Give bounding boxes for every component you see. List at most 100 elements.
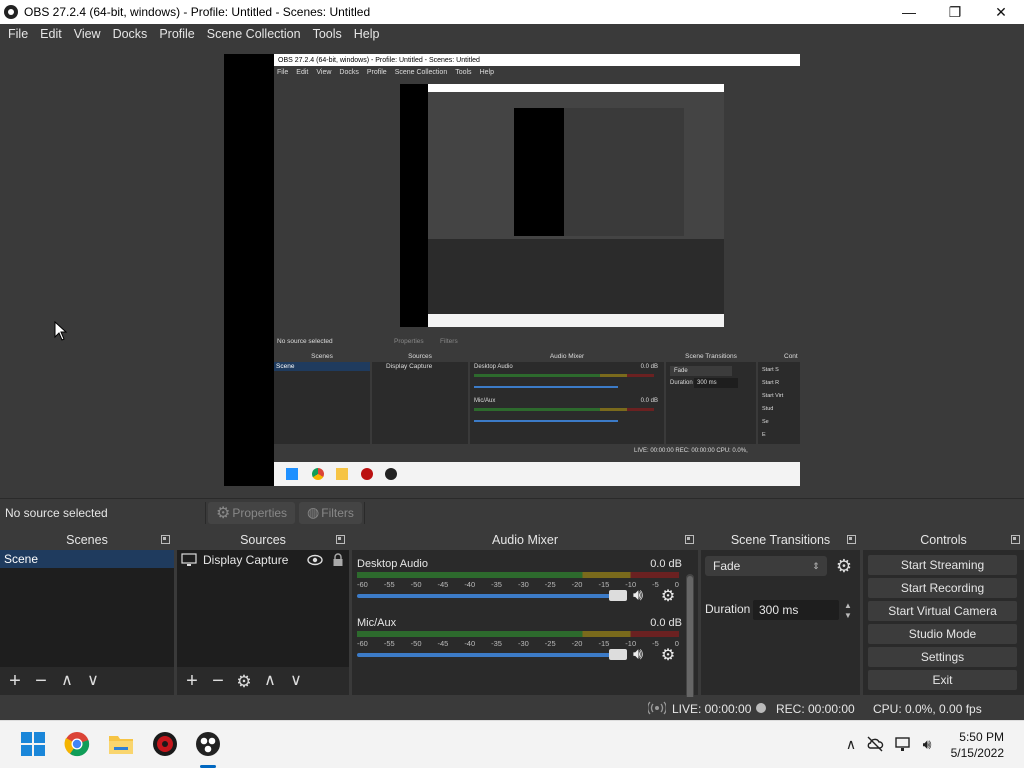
move-down-icon[interactable]: ∨ [287,672,305,690]
slider-handle[interactable] [609,649,627,660]
remove-icon[interactable]: − [32,671,50,691]
nested-menu-file: File [277,68,289,76]
undock-icon[interactable] [1011,535,1020,544]
menu-help[interactable]: Help [348,27,386,41]
clock[interactable]: 5:50 PM 5/15/2022 [951,729,1004,761]
chevron-up-icon[interactable]: ∧ [842,735,860,753]
sources-toolbar: + − ⚙ ∧ ∨ [177,667,349,695]
mouse-cursor-icon [54,321,68,341]
cloud-offline-icon[interactable] [866,735,884,753]
menu-tools[interactable]: Tools [307,27,348,41]
controls-header: Controls [863,530,1024,550]
scenes-list: Scene [0,550,174,667]
minimize-button[interactable]: — [886,0,932,24]
chrome-icon[interactable] [64,731,90,757]
duration-label: Duration [705,602,751,616]
nested-ctrl-exit: E [762,432,766,438]
start-virtual-camera-button[interactable]: Start Virtual Camera [868,601,1017,621]
remove-icon[interactable]: − [209,671,227,691]
move-up-icon[interactable]: ∧ [261,672,279,690]
audio-mixer-dock: Audio Mixer Desktop Audio 0.0 dB -60 -55-… [352,530,698,709]
window-title: OBS 27.2.4 (64-bit, windows) - Profile: … [24,5,371,19]
file-explorer-icon[interactable] [108,731,134,757]
volume-meter [357,631,679,637]
move-down-icon[interactable]: ∨ [84,672,102,690]
undock-icon[interactable] [847,535,856,544]
source-item[interactable]: Display Capture [177,550,349,570]
lock-icon[interactable] [332,553,344,567]
menu-edit[interactable]: Edit [34,27,68,41]
gear-icon[interactable]: ⚙ [235,672,253,690]
nested-scenes-dock: Scenes Scene [274,352,370,444]
exit-button[interactable]: Exit [868,670,1017,690]
updown-chevron-icon: ⇕ [812,560,820,571]
nested-transitions-dock: Scene Transitions Fade Duration 300 ms [666,352,756,444]
slider-handle[interactable] [609,590,627,601]
transition-select[interactable]: Fade ⇕ [705,556,827,576]
record-dot-icon [756,703,766,713]
gear-icon[interactable]: ⚙ [658,645,678,665]
nested-scene-item: Scene [274,362,370,371]
controls-body: Start Streaming Start Recording Start Vi… [863,550,1024,695]
menu-file[interactable]: File [2,27,34,41]
nested-status-bar: LIVE: 00:00:00 REC: 00:00:00 CPU: 0.0%, [634,448,748,454]
undock-icon[interactable] [336,535,345,544]
network-icon[interactable] [894,735,912,753]
move-up-icon[interactable]: ∧ [58,672,76,690]
nested-preview [400,84,724,327]
nested-desktop-db: 0.0 dB [640,364,658,370]
menu-profile[interactable]: Profile [153,27,200,41]
monitor-icon [181,553,197,566]
start-streaming-button[interactable]: Start Streaming [868,555,1017,575]
spin-down-icon[interactable]: ▼ [842,610,854,620]
scene-item[interactable]: Scene [0,550,174,568]
scene-transitions-dock: Scene Transitions Fade ⇕ ⚙ Duration 300 … [701,530,860,695]
nested-duration-input: 300 ms [694,378,738,388]
status-bar: LIVE: 00:00:00 REC: 00:00:00 CPU: 0.0%, … [0,697,1024,720]
add-icon[interactable]: + [183,671,201,691]
gear-icon[interactable]: ⚙ [835,556,853,576]
mixer-scrollbar[interactable] [686,574,694,709]
nested-preview-inner [428,84,724,327]
volume-slider[interactable] [357,590,627,601]
maximize-button[interactable]: ❐ [932,0,978,24]
spin-up-icon[interactable]: ▲ [842,600,854,610]
nested-mixer-title: Audio Mixer [470,352,664,362]
speaker-icon[interactable]: 🔊︎ [628,586,648,606]
cpu-usage: CPU: 0.0%, 0.00 fps [873,702,982,716]
nested-controls-title: Cont [758,352,800,362]
nested-controls-dock: Cont Start S Start R Start Virt Stud Se … [758,352,800,444]
gear-icon[interactable]: ⚙ [658,586,678,606]
properties-button[interactable]: ⚙ Properties [208,501,296,524]
close-button[interactable]: ✕ [978,0,1024,24]
volume-slider[interactable] [357,649,627,660]
preview-display-capture: OBS 27.2.4 (64-bit, windows) - Profile: … [274,54,800,486]
eye-icon[interactable] [307,554,323,566]
undock-icon[interactable] [685,535,694,544]
preview-canvas[interactable]: OBS 27.2.4 (64-bit, windows) - Profile: … [224,54,800,486]
channel-db: 0.0 dB [650,617,682,629]
source-toolbar: No source selected ⚙ Properties ◍ Filter… [0,498,1024,526]
speaker-icon[interactable]: 🔊︎ [628,645,648,665]
transition-selected: Fade [713,559,741,573]
duration-value: 300 ms [759,603,799,617]
obs-icon[interactable] [195,731,221,757]
settings-button[interactable]: Settings [868,647,1017,667]
undock-icon[interactable] [161,535,170,544]
red-app-icon[interactable] [152,731,178,757]
menu-view[interactable]: View [68,27,107,41]
menu-scene-collection[interactable]: Scene Collection [201,27,307,41]
add-icon[interactable]: + [6,671,24,691]
volume-icon[interactable]: 🔊︎ [918,735,936,753]
nested-scenes-title: Scenes [274,352,370,362]
channel-db: 0.0 dB [650,558,682,570]
filters-button[interactable]: ◍ Filters [299,501,362,524]
nested-ctrl-studio: Stud [762,406,774,412]
duration-input[interactable]: 300 ms [753,600,839,620]
studio-mode-button[interactable]: Studio Mode [868,624,1017,644]
menu-docks[interactable]: Docks [107,27,154,41]
mixer-body: Desktop Audio 0.0 dB -60 -55 -50 -45 -40 -35-… [352,550,698,709]
start-recording-button[interactable]: Start Recording [868,578,1017,598]
nested-window-title: OBS 27.2.4 (64-bit, windows) - Profile: … [278,56,480,64]
windows-start-icon[interactable] [20,731,46,757]
